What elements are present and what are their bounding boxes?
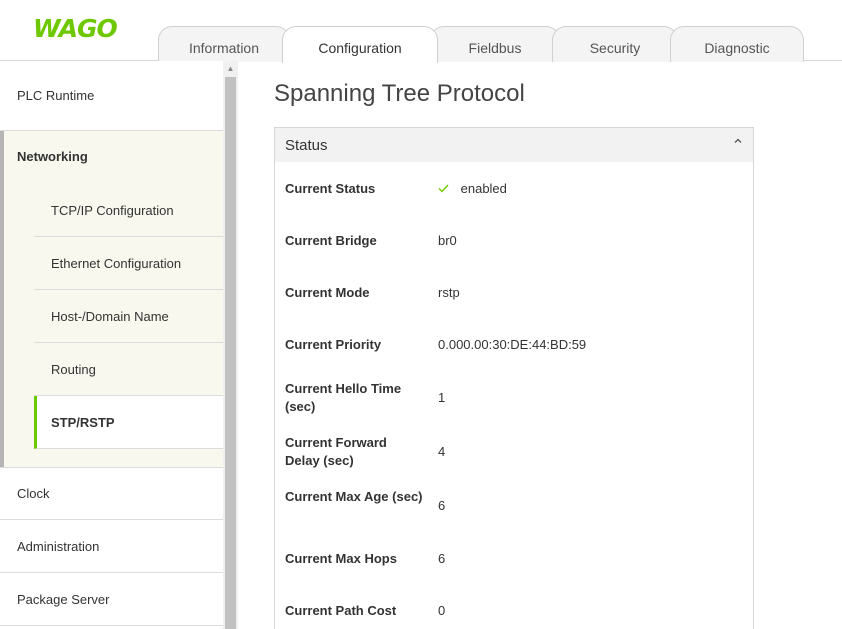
sidebar-item-label: STP/RSTP [51, 414, 115, 430]
tab-information[interactable]: Information [158, 26, 290, 62]
row-label: Current Mode [285, 285, 370, 300]
tab-fieldbus[interactable]: Fieldbus [430, 26, 560, 62]
row-value: 6 [438, 551, 446, 566]
row-label: Current Priority [285, 337, 382, 352]
row-label: Current Bridge [285, 233, 377, 248]
row-label: Current Path Cost [285, 603, 397, 618]
row-value: br0 [438, 233, 457, 248]
row-value: rstp [438, 285, 460, 300]
page-title: Spanning Tree Protocol [274, 80, 525, 107]
sidebar-item-routing[interactable]: Routing [34, 343, 223, 396]
header: WAGO Information Configuration Fieldbus … [0, 0, 842, 63]
sidebar-item-ethernet[interactable]: Ethernet Configuration [34, 237, 223, 290]
sidebar-scrollbar[interactable]: ▲ [223, 61, 238, 629]
tab-security[interactable]: Security [552, 26, 678, 62]
row-value: enabled [438, 180, 507, 198]
sidebar-item-label: Administration [17, 538, 100, 554]
sidebar-item-label: Package Server [17, 591, 110, 607]
row-label: Current Max Age (sec) [285, 489, 423, 504]
sidebar-item-hostname[interactable]: Host-/Domain Name [34, 290, 223, 343]
logo-text: WAGO [33, 14, 118, 43]
check-icon [438, 181, 453, 196]
row-value: 6 [438, 498, 446, 513]
sidebar-item-label: Routing [51, 361, 96, 377]
scroll-thumb[interactable] [225, 77, 236, 629]
status-panel: Status Current Status enabled Current Br… [274, 127, 754, 629]
sidebar: PLC Runtime Networking TCP/IP Configurat… [0, 61, 223, 629]
tab-diagnostic[interactable]: Diagnostic [670, 26, 804, 62]
sidebar-group-networking: Networking TCP/IP Configuration Ethernet… [0, 131, 223, 467]
sidebar-item-clock[interactable]: Clock [0, 467, 223, 520]
chevron-up-icon[interactable] [733, 135, 743, 149]
status-value: enabled [460, 181, 507, 196]
sidebar-item-plc-runtime[interactable]: PLC Runtime [0, 61, 223, 131]
sidebar-item-label: Host-/Domain Name [51, 308, 169, 324]
row-value: 1 [438, 390, 446, 405]
row-label: Current Status [285, 181, 376, 196]
sidebar-item-stp-rstp[interactable]: STP/RSTP [34, 396, 223, 449]
row-label: Current Hello Time (sec) [285, 381, 402, 414]
sidebar-item-label: PLC Runtime [17, 88, 95, 103]
sidebar-item-package-server[interactable]: Package Server [0, 573, 223, 626]
status-panel-header[interactable]: Status [275, 128, 753, 162]
row-value: 4 [438, 444, 446, 459]
row-value: 0 [438, 603, 446, 618]
row-label: Current Forward Delay (sec) [285, 435, 387, 468]
row-value: 0.000.00:30:DE:44:BD:59 [438, 337, 587, 352]
sidebar-item-tcpip[interactable]: TCP/IP Configuration [34, 184, 223, 237]
sidebar-item-networking[interactable]: Networking [17, 149, 88, 164]
sidebar-item-label: Clock [17, 486, 50, 501]
sidebar-item-label: TCP/IP Configuration [51, 202, 174, 218]
row-label: Current Max Hops [285, 551, 397, 566]
tab-configuration[interactable]: Configuration [282, 26, 438, 63]
wago-logo[interactable]: WAGO [33, 14, 118, 43]
sidebar-item-administration[interactable]: Administration [0, 520, 223, 573]
scroll-up-arrow-icon[interactable]: ▲ [223, 61, 238, 76]
sidebar-item-label: Ethernet Configuration [51, 255, 182, 271]
panel-title: Status [285, 137, 328, 154]
